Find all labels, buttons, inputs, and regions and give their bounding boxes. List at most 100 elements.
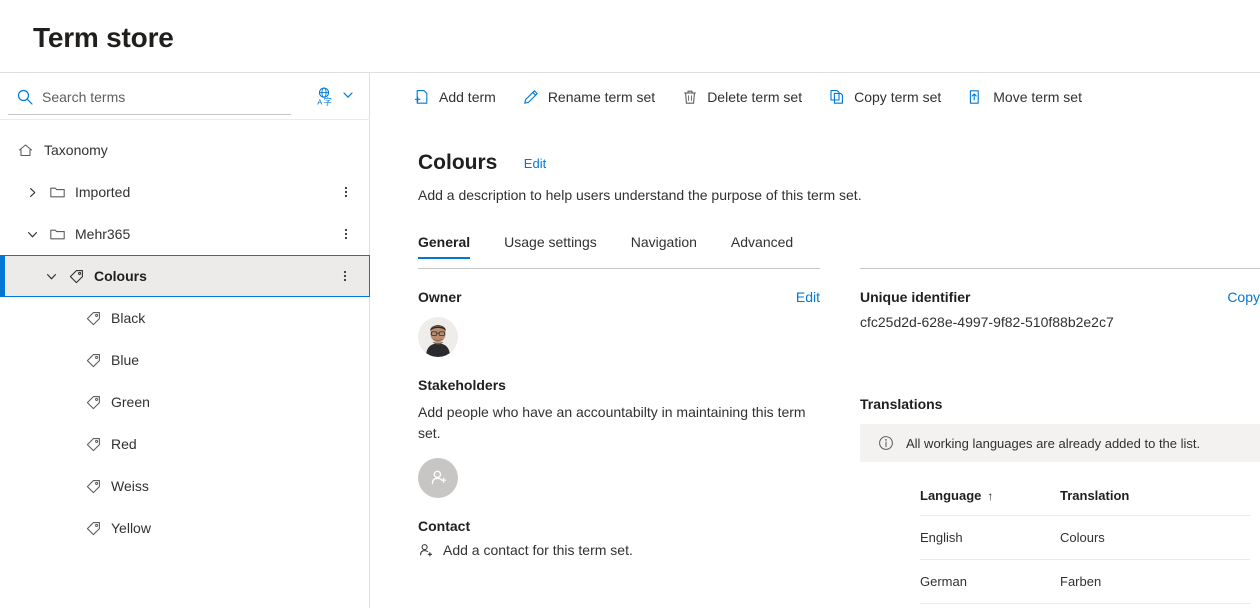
- copy-identifier-link[interactable]: Copy: [1227, 289, 1260, 305]
- more-options-icon[interactable]: [338, 184, 354, 200]
- sidebar-item-label: Imported: [75, 184, 131, 200]
- copy-term-set-button[interactable]: Copy term set: [828, 81, 941, 113]
- tab-advanced[interactable]: Advanced: [731, 234, 793, 259]
- contact-section-header: Contact: [418, 518, 820, 534]
- sort-ascending-icon: ↑: [987, 489, 994, 503]
- sidebar-item-label: Colours: [94, 268, 147, 284]
- sidebar-item-blue[interactable]: Blue: [0, 339, 370, 381]
- sidebar-item-label: Yellow: [111, 520, 151, 536]
- term-set-heading: Colours Edit: [418, 151, 546, 175]
- folder-icon: [48, 225, 66, 243]
- copy-icon: [828, 88, 846, 106]
- translations-info-text: All working languages are already added …: [906, 435, 1201, 451]
- translations-section-header: Translations: [860, 396, 1260, 412]
- section-divider: [860, 268, 1260, 269]
- sidebar-item-green[interactable]: Green: [0, 381, 370, 423]
- column-header-language-label: Language: [920, 488, 982, 503]
- search-input[interactable]: [42, 84, 272, 109]
- sidebar-item-red[interactable]: Red: [0, 423, 370, 465]
- add-term-button[interactable]: Add term: [413, 81, 496, 113]
- stakeholders-label: Stakeholders: [418, 377, 506, 393]
- sidebar-item-black[interactable]: Black: [0, 297, 370, 339]
- toolbar-item-label: Rename term set: [547, 89, 656, 105]
- table-row[interactable]: German Farben: [920, 559, 1250, 604]
- taxonomy-tree: Taxonomy Imported Mehr365 Colours Black …: [0, 129, 370, 549]
- table-row[interactable]: English Colours: [920, 515, 1250, 560]
- column-header-language[interactable]: Language ↑: [920, 488, 1060, 516]
- cell-translation: Colours: [1060, 515, 1250, 560]
- sidebar-item-label: Green: [111, 394, 150, 410]
- page-header: Term store: [0, 0, 1260, 73]
- sidebar-item-label: Weiss: [111, 478, 149, 494]
- sidebar-item-imported[interactable]: Imported: [0, 171, 370, 213]
- sidebar-item-label: Red: [111, 436, 137, 452]
- language-translate-icon[interactable]: A 字: [312, 84, 338, 108]
- tab-bar: General Usage settings Navigation Advanc…: [418, 225, 827, 259]
- delete-term-set-button[interactable]: Delete term set: [681, 81, 802, 113]
- cell-translation: Farben: [1060, 559, 1250, 604]
- sidebar-item-label: Black: [111, 310, 146, 326]
- move-icon: [967, 88, 985, 106]
- search-row: A 字: [0, 73, 370, 119]
- sidebar-item-yellow[interactable]: Yellow: [0, 507, 370, 549]
- translations-label: Translations: [860, 396, 943, 412]
- toolbar-item-label: Add term: [439, 89, 496, 105]
- unique-identifier-label: Unique identifier: [860, 289, 971, 305]
- taxonomy-sidebar: A 字 Taxonomy: [0, 73, 370, 608]
- selection-indicator: [1, 256, 5, 296]
- stakeholders-description: Add people who have an accountabilty in …: [418, 404, 806, 441]
- sidebar-item-taxonomy[interactable]: Taxonomy: [0, 129, 370, 171]
- language-chevron-down-icon[interactable]: [340, 87, 356, 103]
- add-person-avatar-icon: [431, 470, 447, 485]
- chevron-down-icon[interactable]: [24, 226, 40, 242]
- sidebar-item-mehr365[interactable]: Mehr365: [0, 213, 370, 255]
- term-set-description: Add a description to help users understa…: [418, 187, 862, 203]
- sidebar-item-weiss[interactable]: Weiss: [0, 465, 370, 507]
- toolbar-item-label: Delete term set: [707, 89, 803, 105]
- cell-language: English: [920, 515, 1060, 560]
- tab-navigation[interactable]: Navigation: [631, 234, 697, 259]
- sidebar-item-label: Blue: [111, 352, 140, 368]
- svg-text:A: A: [317, 97, 323, 106]
- tab-general[interactable]: General: [418, 234, 471, 259]
- sidebar-item-label: Taxonomy: [44, 142, 108, 158]
- edit-term-set-name-link[interactable]: Edit: [524, 156, 546, 171]
- svg-text:字: 字: [324, 97, 332, 106]
- add-contact-button[interactable]: Add a contact for this term set.: [418, 542, 820, 558]
- column-header-translation[interactable]: Translation: [1060, 488, 1250, 516]
- unique-identifier-section-header: Unique identifier Copy: [860, 289, 1260, 305]
- table-header-row: Language ↑ Translation: [920, 488, 1250, 516]
- tag-icon: [67, 267, 85, 285]
- chevron-right-icon[interactable]: [24, 184, 40, 200]
- tag-icon: [84, 435, 102, 453]
- more-options-icon[interactable]: [338, 226, 354, 242]
- more-options-icon[interactable]: [337, 268, 353, 284]
- tag-icon: [84, 519, 102, 537]
- details-left-column: Owner Edit Stakeholders Add people who h…: [418, 268, 820, 558]
- chevron-down-icon[interactable]: [43, 268, 59, 284]
- add-contact-label: Add a contact for this term set.: [443, 542, 633, 558]
- unique-identifier-value: cfc25d2d-628e-4997-9f82-510f88b2e2c7: [860, 314, 1114, 330]
- term-set-title: Colours: [418, 151, 498, 174]
- add-page-icon: [413, 88, 431, 106]
- home-icon: [16, 141, 34, 159]
- toolbar-item-label: Move term set: [993, 89, 1082, 105]
- translations-info-banner: All working languages are already added …: [860, 424, 1260, 462]
- move-term-set-button[interactable]: Move term set: [967, 81, 1082, 113]
- add-stakeholder-avatar-button[interactable]: [418, 458, 458, 498]
- search-box[interactable]: [8, 79, 291, 115]
- details-right-column: Unique identifier Copy cfc25d2d-628e-499…: [860, 268, 1260, 604]
- sidebar-item-colours[interactable]: Colours: [0, 255, 370, 297]
- tab-usage-settings[interactable]: Usage settings: [504, 234, 597, 259]
- tag-icon: [84, 351, 102, 369]
- tag-icon: [84, 477, 102, 495]
- rename-term-set-button[interactable]: Rename term set: [522, 81, 655, 113]
- command-toolbar: Add term Rename term set Delete term set…: [371, 73, 1260, 121]
- add-person-icon: [418, 542, 434, 558]
- trash-icon: [681, 88, 699, 106]
- owner-avatar[interactable]: [418, 317, 458, 357]
- pencil-edit-icon: [522, 88, 540, 106]
- edit-owner-link[interactable]: Edit: [796, 289, 820, 305]
- sidebar-divider: [0, 119, 370, 120]
- folder-icon: [48, 183, 66, 201]
